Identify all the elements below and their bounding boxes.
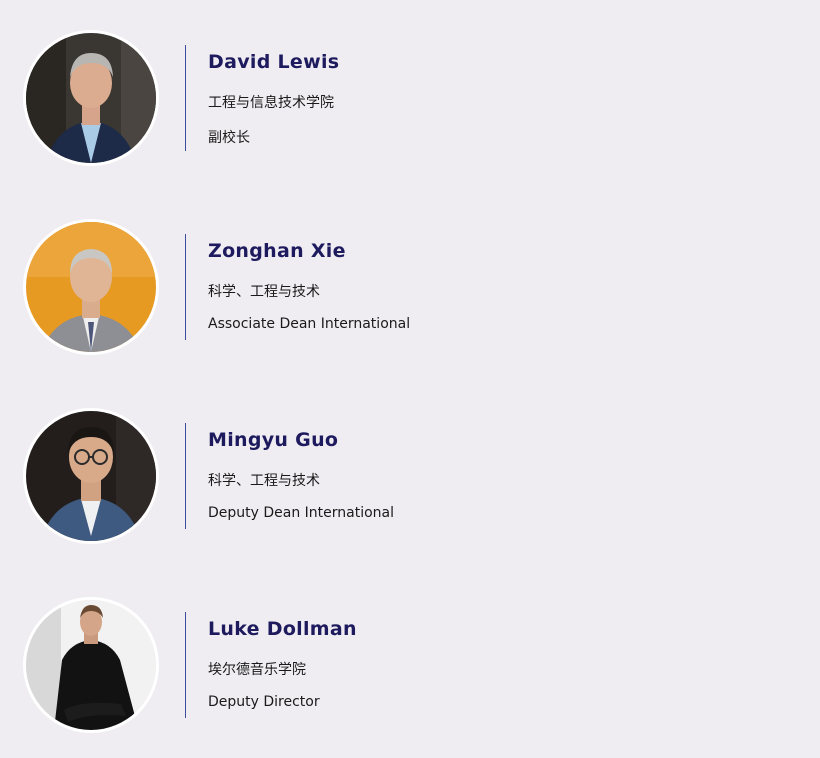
divider-line: [185, 45, 186, 151]
person-card: Luke Dollman 埃尔德音乐学院 Deputy Director: [0, 567, 820, 733]
portrait-image: [26, 222, 156, 352]
portrait-image: [26, 33, 156, 163]
person-name: David Lewis: [208, 51, 340, 73]
person-department: 埃尔德音乐学院: [208, 662, 306, 678]
person-card: Mingyu Guo 科学、工程与技术 Deputy Dean Internat…: [0, 378, 820, 544]
person-name: Mingyu Guo: [208, 429, 339, 451]
portrait-image: [26, 600, 156, 730]
person-department: 科学、工程与技术: [208, 473, 320, 489]
person-department: 工程与信息技术学院: [208, 95, 334, 111]
avatar-photo: [23, 408, 159, 544]
person-name: Luke Dollman: [208, 618, 357, 640]
person-name: Zonghan Xie: [208, 240, 346, 262]
divider-line: [185, 234, 186, 340]
person-role: Deputy Director: [208, 694, 320, 710]
person-card: David Lewis 工程与信息技术学院 副校长: [0, 0, 820, 166]
person-role: 副校长: [208, 130, 250, 146]
person-department: 科学、工程与技术: [208, 284, 320, 300]
avatar-photo: [23, 30, 159, 166]
divider-line: [185, 423, 186, 529]
avatar-photo: [23, 219, 159, 355]
portrait-image: [26, 411, 156, 541]
person-card: Zonghan Xie 科学、工程与技术 Associate Dean Inte…: [0, 189, 820, 355]
avatar-photo: [23, 597, 159, 733]
divider-line: [185, 612, 186, 718]
person-role: Associate Dean International: [208, 316, 411, 332]
person-role: Deputy Dean International: [208, 505, 395, 521]
